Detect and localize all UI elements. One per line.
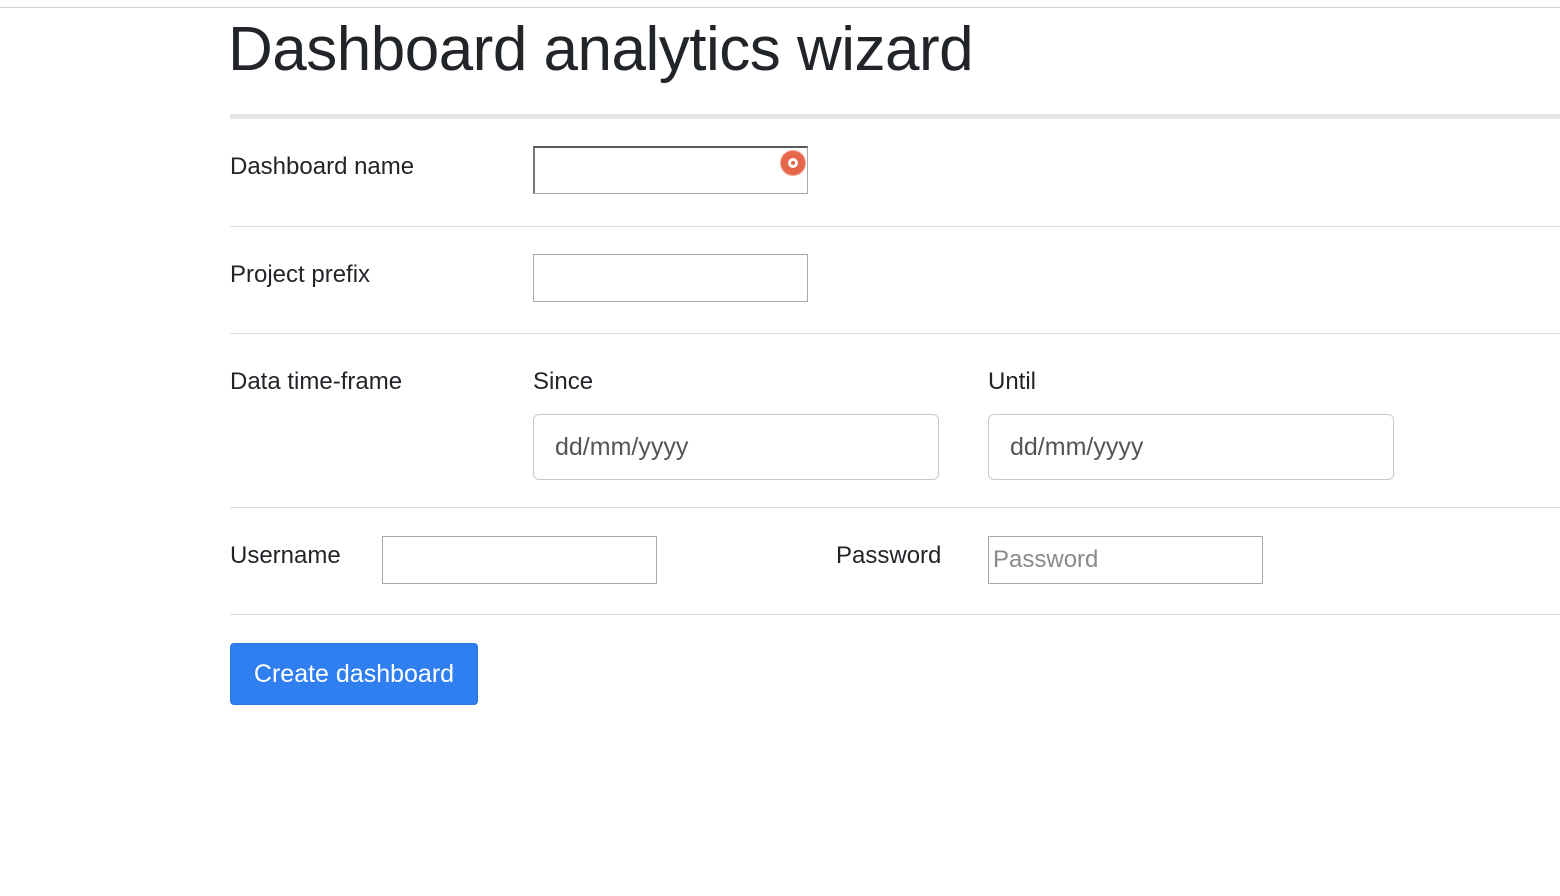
dashboard-name-input[interactable] (533, 146, 808, 194)
username-input[interactable] (382, 536, 657, 584)
time-frame-label: Data time-frame (230, 368, 403, 395)
password-input[interactable] (988, 536, 1263, 584)
top-border (0, 7, 1560, 8)
row-divider (230, 614, 1560, 615)
until-label: Until (988, 368, 1037, 395)
until-date-input[interactable] (988, 414, 1394, 480)
page-title: Dashboard analytics wizard (228, 15, 974, 84)
project-prefix-label: Project prefix (230, 261, 371, 288)
password-manager-icon[interactable] (781, 151, 805, 175)
password-label: Password (836, 542, 942, 569)
project-prefix-input[interactable] (533, 254, 808, 302)
since-date-input[interactable] (533, 414, 939, 480)
since-label: Since (533, 368, 594, 395)
title-divider (230, 114, 1560, 119)
row-divider (230, 333, 1560, 334)
row-divider (230, 226, 1560, 227)
create-dashboard-button[interactable]: Create dashboard (230, 643, 478, 705)
row-divider (230, 507, 1560, 508)
username-label: Username (230, 542, 341, 569)
dashboard-name-label: Dashboard name (230, 153, 415, 180)
